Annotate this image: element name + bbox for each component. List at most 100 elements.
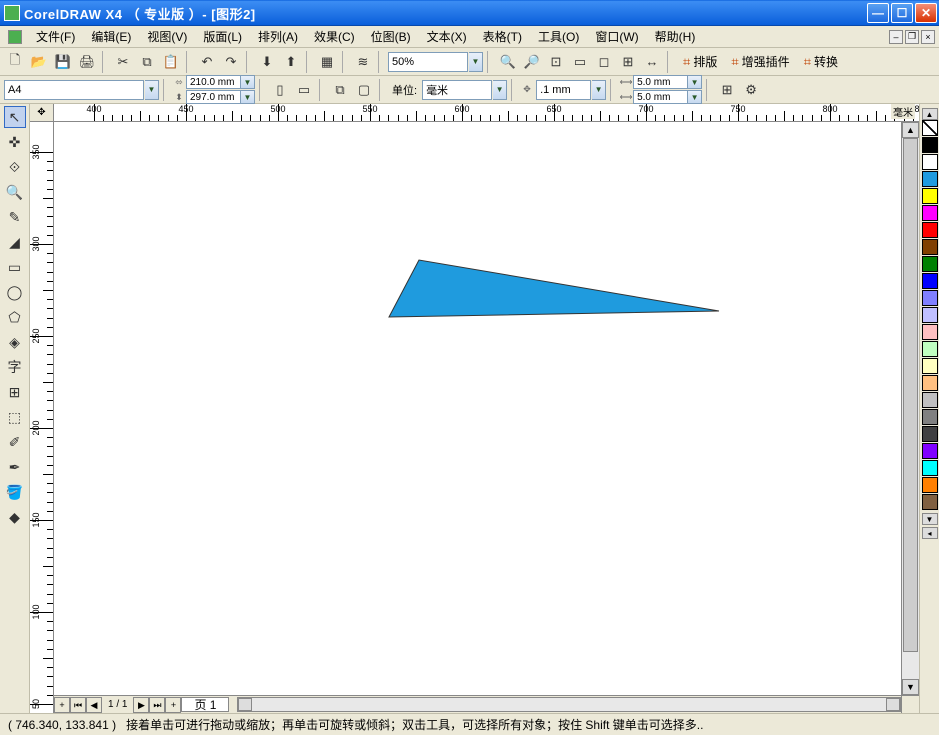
color-swatch[interactable] — [922, 273, 938, 289]
copy-button[interactable]: ⧉ — [136, 51, 158, 73]
cut-button[interactable]: ✂ — [112, 51, 134, 73]
eyedropper-tool[interactable]: ✐ — [4, 431, 26, 453]
last-page-button[interactable]: ⏭ — [149, 697, 165, 713]
color-swatch[interactable] — [922, 307, 938, 323]
color-swatch[interactable] — [922, 154, 938, 170]
menu-bitmap[interactable]: 位图(B) — [365, 26, 417, 47]
unit-combo[interactable] — [422, 80, 507, 100]
maximize-button[interactable]: ☐ — [891, 3, 913, 23]
nudge-combo[interactable] — [536, 80, 606, 100]
redo-button[interactable]: ↷ — [220, 51, 242, 73]
all-pages-button[interactable]: ⧉ — [329, 79, 351, 101]
dup-x-input[interactable] — [633, 75, 688, 89]
close-button[interactable]: ✕ — [915, 3, 937, 23]
zoom-fit-button[interactable]: ⊡ — [545, 51, 567, 73]
undo-button[interactable]: ↶ — [196, 51, 218, 73]
color-swatch[interactable] — [922, 205, 938, 221]
color-swatch[interactable] — [922, 137, 938, 153]
menu-table[interactable]: 表格(T) — [477, 26, 528, 47]
dup-y-input[interactable] — [633, 90, 688, 104]
freehand-tool[interactable]: ✎ — [4, 206, 26, 228]
menu-layout[interactable]: 版面(L) — [197, 26, 248, 47]
unit-input[interactable] — [422, 80, 492, 100]
page-height-input[interactable] — [186, 90, 241, 104]
scroll-down-button[interactable]: ▼ — [902, 679, 919, 695]
crop-tool[interactable]: ⟐ — [4, 156, 26, 178]
portrait-button[interactable]: ▯ — [269, 79, 291, 101]
height-spinner[interactable] — [241, 90, 255, 104]
landscape-button[interactable]: ▭ — [293, 79, 315, 101]
outline-tool[interactable]: ✒ — [4, 456, 26, 478]
rectangle-tool[interactable]: ▭ — [4, 256, 26, 278]
shape-tool[interactable]: ✜ — [4, 131, 26, 153]
color-swatch[interactable] — [922, 494, 938, 510]
color-swatch[interactable] — [922, 426, 938, 442]
convert-button[interactable]: ⌗转换 — [798, 51, 844, 73]
zoom-in-button[interactable]: 🔍 — [497, 51, 519, 73]
zoom-input[interactable] — [388, 52, 468, 72]
color-swatch[interactable] — [922, 392, 938, 408]
dup-y-spinner[interactable] — [688, 90, 702, 104]
zoom-combo[interactable] — [388, 52, 483, 72]
color-swatch[interactable] — [922, 222, 938, 238]
palette-flyout[interactable]: ◂ — [922, 527, 938, 539]
color-swatch[interactable] — [922, 358, 938, 374]
smart-fill-tool[interactable]: ◢ — [4, 231, 26, 253]
page-width-input[interactable] — [186, 75, 241, 89]
text-tool[interactable]: 字 — [4, 356, 26, 378]
mdi-close[interactable]: × — [921, 30, 935, 44]
zoom-width-button[interactable]: ↔ — [641, 51, 663, 73]
menu-help[interactable]: 帮助(H) — [649, 26, 702, 47]
print-button[interactable]: 🖨 — [76, 51, 98, 73]
menu-file[interactable]: 文件(F) — [30, 26, 81, 47]
vertical-scrollbar[interactable]: ▲ ▼ — [901, 122, 919, 695]
horizontal-scrollbar[interactable] — [237, 697, 901, 712]
open-button[interactable]: 📂 — [28, 51, 50, 73]
ruler-origin[interactable]: ✥ — [30, 104, 54, 122]
ellipse-tool[interactable]: ◯ — [4, 281, 26, 303]
triangle-shape[interactable] — [384, 257, 724, 377]
color-swatch[interactable] — [922, 239, 938, 255]
paper-size-dropdown[interactable] — [145, 80, 159, 100]
save-button[interactable]: 💾 — [52, 51, 74, 73]
menu-edit[interactable]: 编辑(E) — [85, 26, 137, 47]
color-swatch[interactable] — [922, 290, 938, 306]
add-page-after-button[interactable]: + — [165, 697, 181, 713]
next-page-button[interactable]: ▶ — [133, 697, 149, 713]
color-swatch[interactable] — [922, 443, 938, 459]
app-launcher-button[interactable]: ▦ — [316, 51, 338, 73]
palette-scroll-down[interactable]: ▼ — [922, 513, 938, 525]
basic-shapes-tool[interactable]: ◈ — [4, 331, 26, 353]
paper-size-combo[interactable] — [4, 80, 159, 100]
color-swatch[interactable] — [922, 409, 938, 425]
zoom-selection-button[interactable]: ◻ — [593, 51, 615, 73]
fill-tool[interactable]: 🪣 — [4, 481, 26, 503]
current-page-button[interactable]: ▢ — [353, 79, 375, 101]
scroll-up-button[interactable]: ▲ — [902, 122, 919, 138]
menu-view[interactable]: 视图(V) — [141, 26, 193, 47]
color-swatch[interactable] — [922, 324, 938, 340]
unit-dropdown[interactable] — [493, 80, 507, 100]
zoom-all-button[interactable]: ⊞ — [617, 51, 639, 73]
minimize-button[interactable]: — — [867, 3, 889, 23]
mdi-restore[interactable]: ❐ — [905, 30, 919, 44]
paste-button[interactable]: 📋 — [160, 51, 182, 73]
zoom-out-button[interactable]: 🔎 — [521, 51, 543, 73]
zoom-tool[interactable]: 🔍 — [4, 181, 26, 203]
snap-options-button[interactable]: ⊞ — [716, 79, 738, 101]
interactive-fill-tool[interactable]: ◆ — [4, 506, 26, 528]
color-swatch[interactable] — [922, 341, 938, 357]
menu-arrange[interactable]: 排列(A) — [252, 26, 304, 47]
polygon-tool[interactable]: ⬠ — [4, 306, 26, 328]
nudge-spinner[interactable] — [592, 80, 606, 100]
enhance-plugin-button[interactable]: ⌗增强插件 — [725, 51, 795, 73]
menu-window[interactable]: 窗口(W) — [589, 26, 644, 47]
vscroll-track[interactable] — [902, 138, 919, 679]
interactive-tool[interactable]: ⬚ — [4, 406, 26, 428]
width-spinner[interactable] — [241, 75, 255, 89]
layout-plugin-button[interactable]: ⌗排版 — [677, 51, 723, 73]
color-swatch[interactable] — [922, 375, 938, 391]
menu-effects[interactable]: 效果(C) — [308, 26, 361, 47]
color-swatch[interactable] — [922, 460, 938, 476]
zoom-page-button[interactable]: ▭ — [569, 51, 591, 73]
